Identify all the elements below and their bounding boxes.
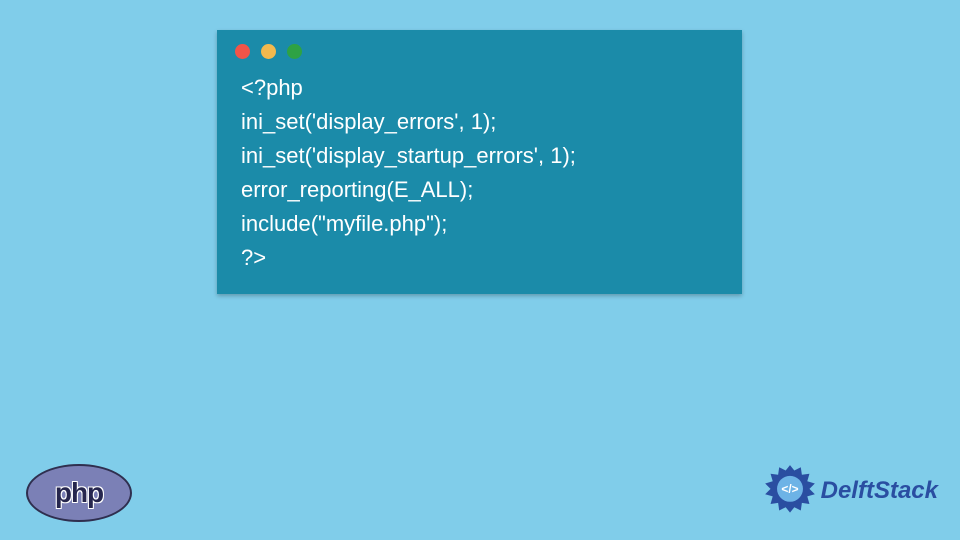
window-dot-close-icon bbox=[235, 44, 250, 59]
code-window: <?php ini_set('display_errors', 1); ini_… bbox=[217, 30, 742, 294]
php-logo-ellipse-icon: php bbox=[26, 464, 132, 522]
php-logo-text: php bbox=[55, 477, 103, 509]
window-titlebar bbox=[217, 30, 742, 67]
code-body: <?php ini_set('display_errors', 1); ini_… bbox=[217, 67, 742, 294]
svg-text:</>: </> bbox=[781, 482, 798, 496]
delftstack-logo: </> DelftStack bbox=[763, 464, 938, 518]
php-logo: php bbox=[26, 464, 132, 522]
window-dot-minimize-icon bbox=[261, 44, 276, 59]
delftstack-gear-icon: </> bbox=[763, 464, 817, 518]
window-dot-maximize-icon bbox=[287, 44, 302, 59]
delftstack-logo-text: DelftStack bbox=[821, 477, 938, 505]
